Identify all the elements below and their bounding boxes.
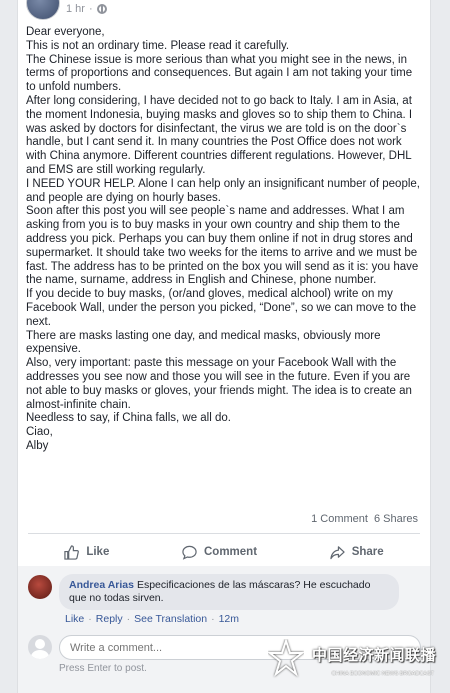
post-paragraph: Also, very important: paste this message… [26,357,412,411]
comments-count-link[interactable]: 1 Comment [311,513,368,525]
like-label: Like [86,546,110,558]
divider [28,533,420,534]
watermark-subtext: CHINA ECONOMIC NEWS BROADCAST [331,671,434,677]
separator: · [211,613,215,625]
author-avatar[interactable] [26,0,60,20]
post-paragraph: After long considering, I have decided n… [26,94,413,176]
share-label: Share [351,546,384,558]
comment-bubble: Andrea Arias Especificaciones de las másc… [59,574,399,610]
watermark: 中国经济新闻联播 CHINA ECONOMIC NEWS BROADCAST [268,637,444,685]
comment-author-link[interactable]: Andrea Arias [69,579,134,591]
globe-icon[interactable] [96,4,107,14]
post-paragraph: I NEED YOUR HELP. Alone I can help only … [26,177,420,204]
star-logo-icon [268,639,304,677]
comment-time-link[interactable]: 12m [219,613,239,625]
commenter-avatar[interactable] [28,575,52,599]
post-actions: Like Comment Share [28,540,420,564]
post-paragraph: Dear everyone, [26,26,105,38]
post-paragraph: The Chinese issue is more serious than w… [26,53,413,94]
post-card: 1 hr · Dear everyone, This is not an ord… [17,0,431,693]
shares-count-link[interactable]: 6 Shares [374,513,418,525]
like-button[interactable]: Like [64,544,110,560]
post-paragraph: This is not an ordinary time. Please rea… [26,39,290,52]
comment-actions: Like · Reply · See Translation · 12m [65,613,239,625]
post-header: 1 hr · [26,0,326,26]
post-meta: 1 hr · [66,3,107,15]
meta-separator: · [88,3,93,15]
comment-label: Comment [204,546,258,558]
thumbs-up-icon [64,544,80,560]
comment-reply-link[interactable]: Reply [96,613,123,625]
separator: · [88,613,92,625]
post-paragraph: There are masks lasting one day, and med… [26,329,381,356]
separator: · [126,613,131,625]
post-paragraph: Needless to say, if China falls, we all … [26,412,231,425]
current-user-avatar [28,635,52,659]
post-paragraph: If you decide to buy masks, (or/and glov… [26,288,417,328]
comment-like-link[interactable]: Like [65,613,84,625]
post-signature: Alby [26,439,49,452]
comment-icon [182,545,197,560]
press-enter-hint: Press Enter to post. [59,663,147,674]
watermark-text: 中国经济新闻联播 [311,646,436,664]
post-paragraph: Ciao, [26,426,53,439]
share-button[interactable]: Share [330,545,384,560]
comment-button[interactable]: Comment [182,545,257,560]
post-time[interactable]: 1 hr [66,3,85,15]
see-translation-link[interactable]: See Translation [134,613,207,625]
post-paragraph: Soon after this post you will see people… [26,205,419,287]
share-arrow-icon [330,545,345,559]
post-body: Dear everyone, This is not an ordinary t… [26,26,424,454]
engagement-counts: 1 Comment 6 Shares [311,513,418,525]
